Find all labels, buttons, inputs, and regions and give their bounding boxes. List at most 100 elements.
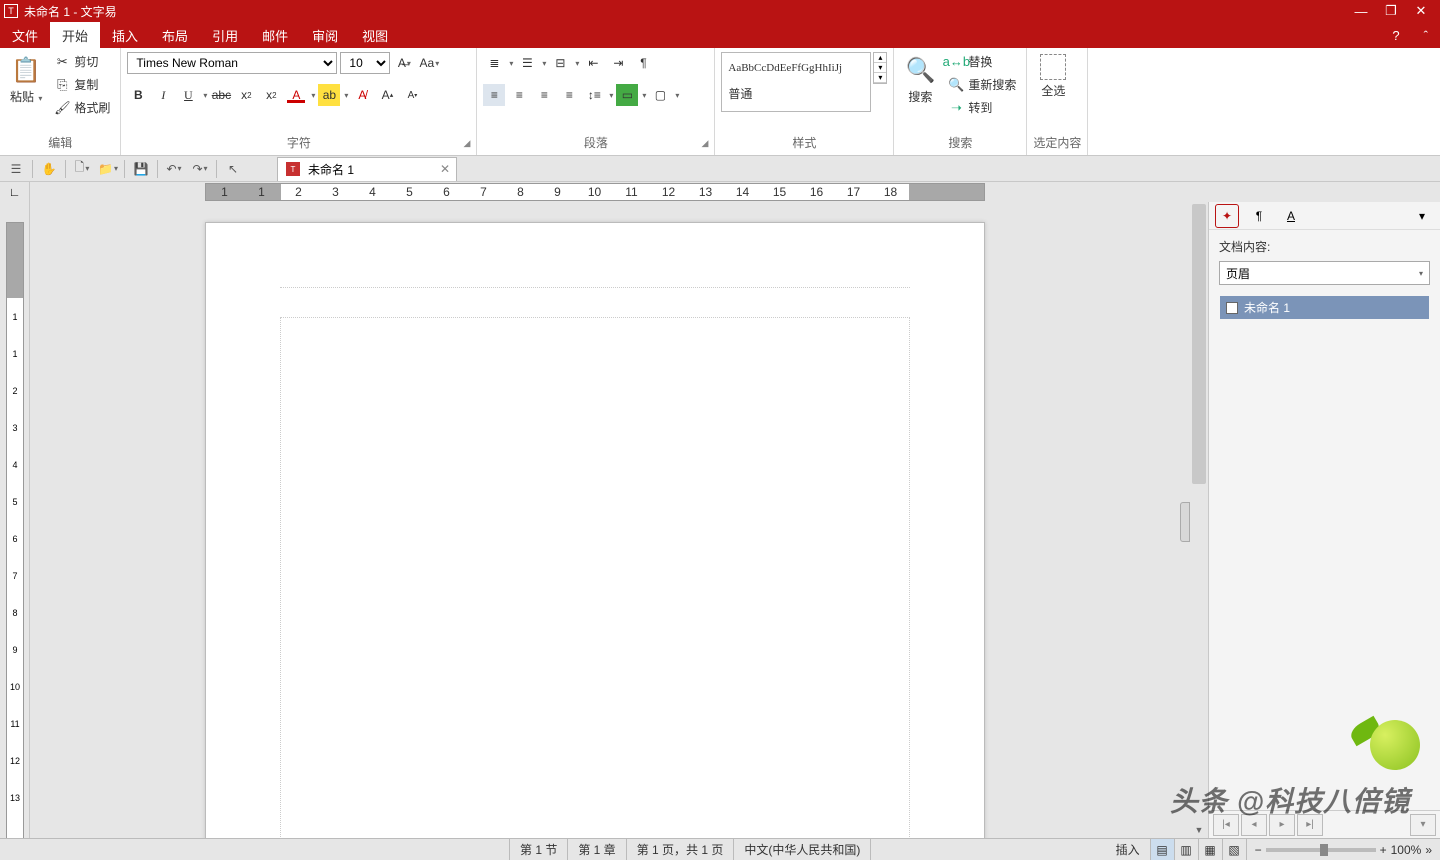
pointer-button[interactable]: ↖ xyxy=(221,158,245,180)
multilevel-button[interactable]: ⊟ xyxy=(549,52,571,74)
nav-more-button[interactable]: ▾ xyxy=(1410,814,1436,836)
para-launcher[interactable]: ◢ xyxy=(701,138,708,149)
bold-button[interactable]: B xyxy=(127,84,149,106)
font-size-select[interactable]: 10 xyxy=(340,52,390,74)
char-style-button[interactable]: A̸ xyxy=(351,84,373,106)
bullets-button[interactable]: ≣ xyxy=(483,52,505,74)
char-launcher[interactable]: ◢ xyxy=(463,138,470,149)
redo-button[interactable]: ↷▾ xyxy=(188,158,212,180)
menu-icon[interactable]: ☰ xyxy=(4,158,28,180)
style-more-icon[interactable]: ▾ xyxy=(874,73,886,83)
change-case-button[interactable]: Aa▾ xyxy=(418,52,440,74)
nav-last-button[interactable]: ▸| xyxy=(1297,814,1323,836)
page[interactable] xyxy=(205,222,985,838)
align-left-button[interactable]: ≡ xyxy=(483,84,505,106)
scroll-thumb[interactable] xyxy=(1192,204,1206,484)
content-type-select[interactable]: 页眉 ▾ xyxy=(1219,261,1430,285)
open-folder-button[interactable]: 📁▾ xyxy=(96,158,120,180)
zoom-in-button[interactable]: + xyxy=(1380,843,1387,857)
style-gallery-scroller[interactable]: ▴ ▾ ▾ xyxy=(873,52,887,84)
shading-button[interactable]: ▭ xyxy=(616,84,638,106)
underline-button[interactable]: U xyxy=(177,84,199,106)
minimize-button[interactable]: — xyxy=(1346,0,1376,22)
menu-insert[interactable]: 插入 xyxy=(100,22,150,48)
replace-button[interactable]: a↔b替换 xyxy=(944,52,1020,71)
vertical-scrollbar[interactable]: ▲ ▼ xyxy=(1190,202,1208,838)
menu-view[interactable]: 视图 xyxy=(350,22,400,48)
copy-button[interactable]: ⎘复制 xyxy=(50,75,114,94)
zoom-menu[interactable]: » xyxy=(1425,843,1432,857)
cut-button[interactable]: ✂剪切 xyxy=(50,52,114,71)
align-right-button[interactable]: ≡ xyxy=(533,84,555,106)
side-panel-handle[interactable] xyxy=(1180,502,1190,542)
document-tab[interactable]: T 未命名 1 ✕ xyxy=(277,157,457,181)
hand-tool-button[interactable]: ✋ xyxy=(37,158,61,180)
superscript-button[interactable]: x2 xyxy=(260,84,282,106)
checkbox[interactable] xyxy=(1226,302,1238,314)
zoom-value[interactable]: 100% xyxy=(1391,843,1422,857)
sidepanel-menu[interactable]: ▾ xyxy=(1410,204,1434,228)
align-center-button[interactable]: ≡ xyxy=(508,84,530,106)
menu-mail[interactable]: 邮件 xyxy=(250,22,300,48)
style-up-icon[interactable]: ▴ xyxy=(874,53,886,63)
decrease-indent-button[interactable]: ⇤ xyxy=(582,52,604,74)
menu-reference[interactable]: 引用 xyxy=(200,22,250,48)
justify-button[interactable]: ≡ xyxy=(558,84,580,106)
style-down-icon[interactable]: ▾ xyxy=(874,63,886,73)
font-color-button[interactable]: A xyxy=(285,84,307,106)
help-button[interactable]: ? xyxy=(1380,22,1411,48)
view-web-layout[interactable]: ▥ xyxy=(1175,839,1199,860)
grow-font-button[interactable]: A▴ xyxy=(376,84,398,106)
subscript-button[interactable]: x2 xyxy=(235,84,257,106)
clear-format-button[interactable]: A̶▾ xyxy=(393,52,415,74)
status-language[interactable]: 中文(中华人民共和国) xyxy=(734,839,871,860)
zoom-slider[interactable] xyxy=(1266,848,1376,852)
view-draft[interactable]: ▧ xyxy=(1223,839,1247,860)
strikethrough-button[interactable]: abc xyxy=(210,84,232,106)
collapse-ribbon-button[interactable]: ˆ xyxy=(1412,22,1440,48)
styles-tab[interactable]: A xyxy=(1279,204,1303,228)
italic-button[interactable]: I xyxy=(152,84,174,106)
document-canvas[interactable] xyxy=(30,202,1190,838)
select-all-button[interactable]: 全选 xyxy=(1033,52,1073,101)
save-button[interactable]: 💾 xyxy=(129,158,153,180)
paste-button[interactable]: 📋 粘贴 ▾ xyxy=(6,52,46,107)
font-family-select[interactable]: Times New Roman xyxy=(127,52,337,74)
status-chapter[interactable]: 第 1 章 xyxy=(568,839,626,860)
vertical-ruler[interactable]: 112345678910111213 xyxy=(0,202,30,838)
zoom-control[interactable]: − + 100% » xyxy=(1247,843,1440,857)
increase-indent-button[interactable]: ⇥ xyxy=(607,52,629,74)
menu-review[interactable]: 审阅 xyxy=(300,22,350,48)
new-doc-button[interactable]: 🗋▾ xyxy=(70,158,94,180)
line-spacing-button[interactable]: ↕≡ xyxy=(583,84,605,106)
menu-layout[interactable]: 布局 xyxy=(150,22,200,48)
numbering-button[interactable]: ☰ xyxy=(516,52,538,74)
nav-item[interactable]: 未命名 1 xyxy=(1220,296,1429,319)
highlight-button[interactable]: ab xyxy=(318,84,340,106)
nav-first-button[interactable]: |◂ xyxy=(1213,814,1239,836)
nav-next-button[interactable]: ▸ xyxy=(1269,814,1295,836)
horizontal-ruler[interactable]: 1123456789101112131415161718 xyxy=(205,183,985,201)
status-mode[interactable]: 插入 xyxy=(1106,839,1151,860)
undo-button[interactable]: ↶▾ xyxy=(162,158,186,180)
ruler-corner[interactable]: ∟ xyxy=(0,182,30,202)
nav-prev-button[interactable]: ◂ xyxy=(1241,814,1267,836)
search-button[interactable]: 🔍 搜索 xyxy=(900,52,940,107)
navigator-tab[interactable]: ✦ xyxy=(1215,204,1239,228)
scroll-down-icon[interactable]: ▼ xyxy=(1190,822,1208,838)
borders-button[interactable]: ▢ xyxy=(649,84,671,106)
search-again-button[interactable]: 🔍重新搜索 xyxy=(944,75,1020,94)
view-outline[interactable]: ▦ xyxy=(1199,839,1223,860)
format-painter-button[interactable]: 🖌格式刷 xyxy=(50,98,114,117)
style-gallery-item[interactable]: AaBbCcDdEeFfGgHhIiJj 普通 xyxy=(721,52,871,112)
menu-home[interactable]: 开始 xyxy=(50,22,100,48)
close-button[interactable]: ✕ xyxy=(1406,0,1436,22)
paragraph-tab[interactable]: ¶ xyxy=(1247,204,1271,228)
maximize-button[interactable]: ❐ xyxy=(1376,0,1406,22)
menu-file[interactable]: 文件 xyxy=(0,22,50,48)
tab-close-button[interactable]: ✕ xyxy=(440,162,450,176)
status-section[interactable]: 第 1 节 xyxy=(510,839,568,860)
show-marks-button[interactable]: ¶ xyxy=(632,52,654,74)
goto-button[interactable]: ➝转到 xyxy=(944,98,1020,117)
zoom-out-button[interactable]: − xyxy=(1255,843,1262,857)
